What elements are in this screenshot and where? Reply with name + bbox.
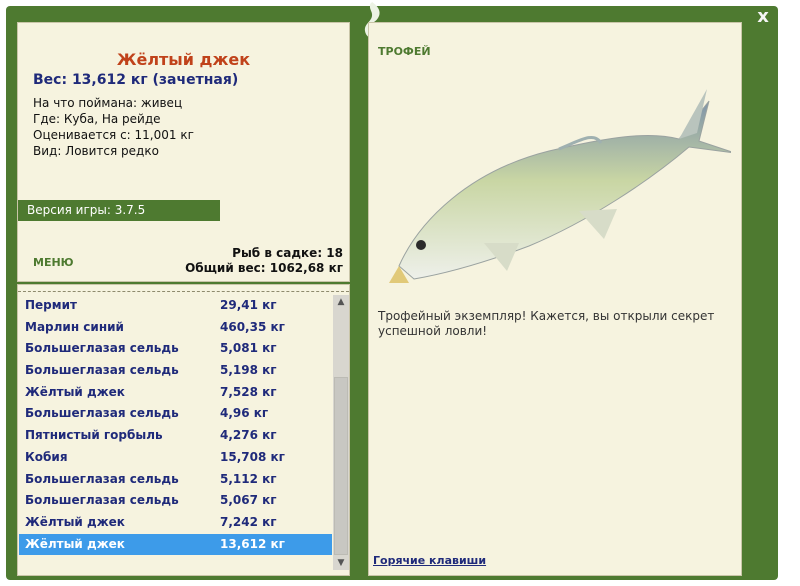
scroll-thumb[interactable] (334, 377, 348, 555)
fish-name: Жёлтый джек (25, 384, 125, 399)
catch-info: На что поймана: живец Где: Куба, На рейд… (33, 95, 194, 159)
fish-list-panel: Пермит 29,41 кг Марлин синий 460,35 кг Больш… (17, 284, 350, 576)
fish-weight-value: 460,35 кг (220, 319, 285, 334)
list-item[interactable]: Большеглазая сельдь 5,067 кг (19, 490, 332, 512)
list-item[interactable]: Большеглазая сельдь 5,081 кг (19, 338, 332, 360)
fish-weight-value: 5,198 кг (220, 363, 277, 378)
fish-weight: Вес: 13,612 кг (зачетная) (33, 72, 239, 88)
scroll-up-icon[interactable]: ▲ (333, 295, 349, 309)
fish-name: Марлин синий (25, 319, 124, 334)
fish-name: Большеглазая сельдь (25, 341, 179, 356)
fish-name: Кобия (25, 449, 68, 464)
fish-weight-value: 7,528 кг (220, 384, 277, 399)
fish-name: Жёлтый джек (25, 514, 125, 529)
close-icon[interactable]: x (752, 6, 774, 28)
fish-weight-value: 29,41 кг (220, 298, 277, 312)
fish-name: Большеглазая сельдь (25, 363, 179, 378)
fish-name: Большеглазая сельдь (25, 493, 179, 508)
fish-weight-value: 5,081 кг (220, 341, 277, 356)
place-text: Где: Куба, На рейде (33, 112, 161, 126)
scroll-down-icon[interactable]: ▼ (333, 556, 349, 570)
fish-weight-value: 4,276 кг (220, 428, 277, 443)
list-item[interactable]: Жёлтый джек 7,242 кг (19, 512, 332, 534)
divider (18, 291, 349, 292)
trophy-panel: ТРОФЕЙ Трофейный экземпляр! Кажется, вы … (368, 22, 742, 576)
version-badge: Версия игры: 3.7.5 (18, 200, 220, 221)
kind-text: Вид: Ловится редко (33, 144, 159, 158)
list-item[interactable]: Кобия 15,708 кг (19, 447, 332, 469)
list-item[interactable]: Большеглазая сельдь 5,198 кг (19, 360, 332, 382)
fish-name: Большеглазая сельдь (25, 471, 179, 486)
fish-weight-value: 13,612 кг (220, 536, 285, 551)
scrollbar[interactable]: ▲ ▼ (333, 295, 349, 570)
fish-title: Жёлтый джек (116, 50, 251, 69)
list-item[interactable]: Большеглазая сельдь 4,96 кг (19, 403, 332, 425)
trophy-description: Трофейный экземпляр! Кажется, вы открыли… (378, 309, 715, 338)
trophy-label: ТРОФЕЙ (378, 45, 431, 58)
fish-list: Пермит 29,41 кг Марлин синий 460,35 кг Больш… (19, 295, 332, 556)
fish-name: Пермит (25, 298, 77, 312)
hotkeys-link[interactable]: Горячие клавиши (373, 554, 486, 567)
fish-name: Большеглазая сельдь (25, 406, 179, 421)
list-item[interactable]: Жёлтый джек 7,528 кг (19, 382, 332, 404)
fish-weight-value: 15,708 кг (220, 449, 285, 464)
list-item[interactable]: Пермит 29,41 кг (19, 295, 332, 317)
value-text: Оценивается с: 11,001 кг (33, 128, 194, 142)
menu-button[interactable]: МЕНЮ (33, 256, 74, 269)
list-item[interactable]: Жёлтый джек 13,612 кг (19, 533, 332, 556)
total-weight: Общий вес: 1062,68 кг (185, 261, 343, 275)
fish-weight-value: 5,067 кг (220, 493, 277, 508)
list-item[interactable]: Большеглазая сельдь 5,112 кг (19, 469, 332, 491)
fish-weight-value: 7,242 кг (220, 514, 277, 529)
fish-count: Рыб в садке: 18 (232, 246, 343, 260)
fish-weight-value: 4,96 кг (220, 406, 269, 421)
fish-name: Пятнистый горбыль (25, 428, 163, 443)
list-item[interactable]: Марлин синий 460,35 кг (19, 317, 332, 339)
list-item[interactable]: Пятнистый горбыль 4,276 кг (19, 425, 332, 447)
fish-image (389, 89, 731, 283)
bait-text: На что поймана: живец (33, 96, 183, 110)
fish-name: Жёлтый джек (25, 536, 125, 551)
fish-weight-value: 5,112 кг (220, 471, 277, 486)
keepnet-stats: Рыб в садке: 18 Общий вес: 1062,68 кг (185, 246, 343, 276)
catch-details-panel: Жёлтый джек Вес: 13,612 кг (зачетная) На… (17, 22, 350, 282)
